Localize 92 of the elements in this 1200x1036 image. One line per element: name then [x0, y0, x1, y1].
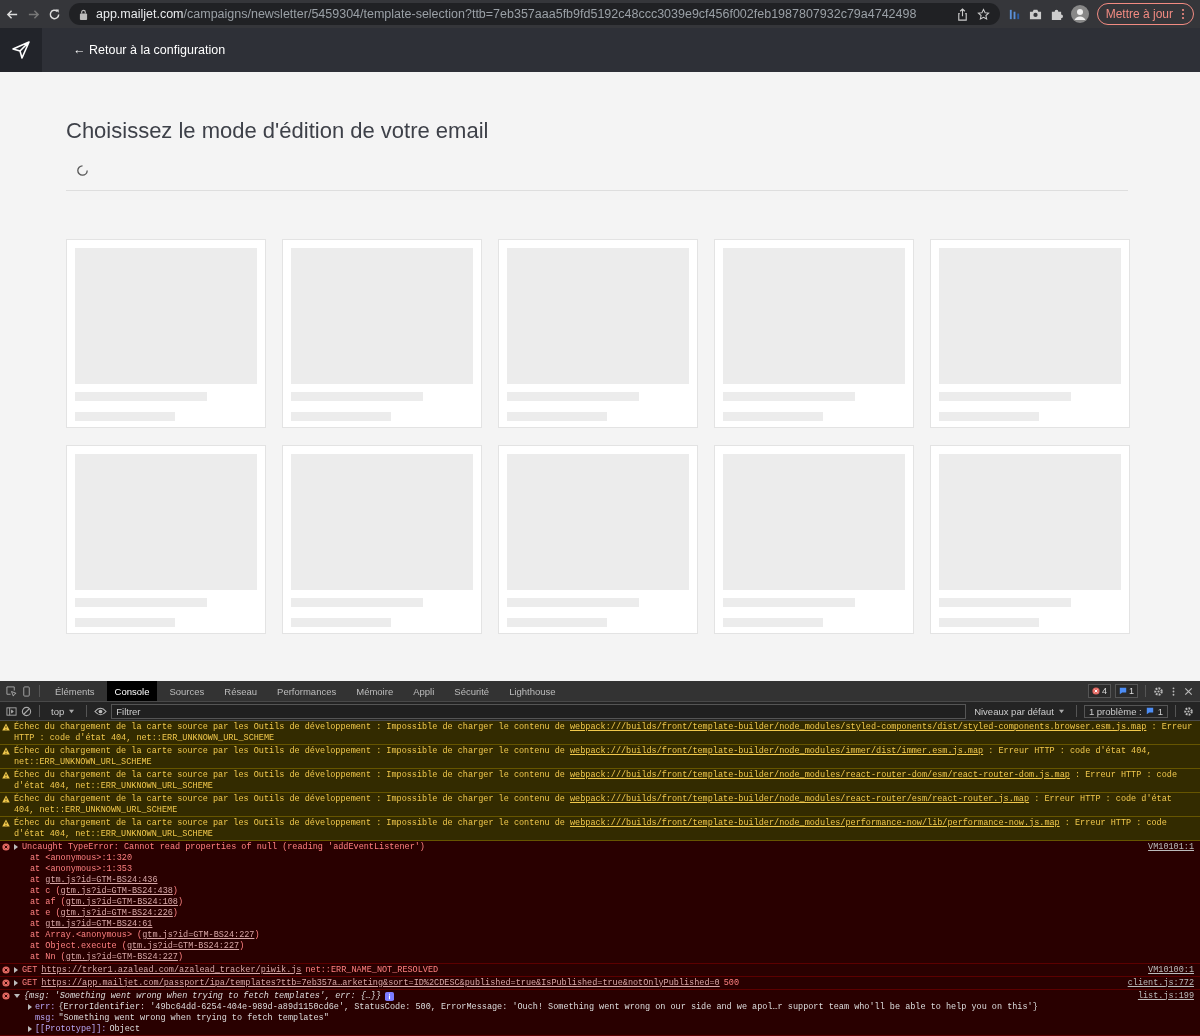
sidebar-icon[interactable]: [6, 705, 17, 717]
back-link[interactable]: ← Retour à la configuration: [73, 43, 226, 57]
request-method: GET: [22, 977, 38, 989]
puzzle-icon[interactable]: [1049, 7, 1063, 21]
lock-icon: [79, 8, 88, 20]
expand-arrow-icon[interactable]: [14, 967, 18, 973]
source-link[interactable]: webpack:///builds/front/template-builder/node_modules/immer/dist/immer.esm.js.map: [570, 745, 984, 756]
caret-icon: [68, 708, 76, 714]
star-icon[interactable]: [976, 7, 990, 21]
more-icon[interactable]: [1181, 8, 1185, 20]
message-icon: [1119, 687, 1127, 695]
request-status: net::ERR_NAME_NOT_RESOLVED: [305, 964, 439, 976]
devtools-tab[interactable]: Sources: [161, 681, 213, 701]
paper-plane-icon: [11, 40, 31, 60]
source-link[interactable]: client.js:772: [1127, 977, 1194, 989]
logo-tile[interactable]: [0, 28, 42, 72]
address-bar[interactable]: app.mailjet.com/campaigns/newsletter/5459304/template-selection?ttb=7eb357aaa5fb9fd5192c48ccc3039e9cf456f002feb1987807932c79a4742498: [69, 3, 1000, 25]
devtools-tab[interactable]: Réseau: [216, 681, 266, 701]
devtools-tab[interactable]: Lighthouse: [501, 681, 564, 701]
source-link[interactable]: webpack:///builds/front/template-builder/node_modules/styled-components/dist/styled-components.browser.esm.js.map: [570, 721, 1147, 732]
stack-link[interactable]: gtm.js?id=GTM-BS24:227: [65, 951, 178, 962]
stack-trace-line: at Nn (gtm.js?id=GTM-BS24:227): [30, 951, 185, 963]
caret-icon: [1057, 708, 1065, 714]
stack-link[interactable]: gtm.js?id=GTM-BS24:61: [45, 918, 153, 929]
stack-trace-line: at af (gtm.js?id=GTM-BS24:108): [30, 896, 185, 908]
request-method: GET: [22, 964, 38, 976]
reload-icon[interactable]: [48, 7, 61, 21]
source-link[interactable]: VM10101:1: [1148, 841, 1194, 853]
stack-link[interactable]: gtm.js?id=GTM-BS24:226: [60, 907, 173, 918]
settings-icon[interactable]: [1183, 705, 1194, 717]
expand-arrow-icon[interactable]: [14, 980, 18, 986]
stack-trace-line: at Array.<anonymous> (gtm.js?id=GTM-BS24:227): [30, 929, 261, 941]
devtools-tab[interactable]: Éléments: [47, 681, 103, 701]
expand-arrow-icon[interactable]: [28, 1026, 32, 1032]
message-count-badge[interactable]: 1: [1115, 684, 1138, 698]
expand-arrow-icon[interactable]: [28, 1004, 32, 1010]
info-icon[interactable]: [385, 991, 395, 1001]
inspect-icon[interactable]: [6, 685, 17, 697]
update-button[interactable]: Mettre à jour: [1096, 3, 1194, 25]
expand-arrow-icon[interactable]: [14, 994, 20, 998]
expand-arrow-icon[interactable]: [14, 844, 18, 850]
property-key: [[Prototype]]:: [35, 1023, 107, 1035]
stack-trace-line: at <anonymous>:1:320: [30, 852, 134, 864]
source-link[interactable]: webpack:///builds/front/template-builder/node_modules/react-router-dom/esm/react-router-dom.js.map: [570, 769, 1070, 780]
source-link[interactable]: list.js:199: [1137, 990, 1194, 1002]
devtools-tab[interactable]: Appli: [405, 681, 443, 701]
settings-icon[interactable]: [1153, 685, 1164, 697]
request-status: 500: [723, 977, 740, 989]
stack-link[interactable]: gtm.js?id=GTM-BS24:436: [45, 874, 158, 885]
request-url-link[interactable]: https://app.mailjet.com/passport/ipa/templates?ttb=7eb357a…arketing&sort=ID%2CDESC&published=true&IsPublished=true&notOnlyPublished=0: [41, 977, 720, 989]
stack-trace-line: at <anonymous>:1:353: [30, 863, 134, 875]
issues-button[interactable]: 1 problème : 1: [1083, 704, 1168, 718]
stack-trace-line: at gtm.js?id=GTM-BS24:61: [30, 918, 154, 930]
property-value: {ErrorIdentifier: '49bc64dd-6254-404e-989d-a89d1150cd6e', StatusCode: 500, ErrorMessage: 'Ouch! Something went wrong on our side and we apol…r support team who'll be able to help you on this'}: [58, 1001, 1038, 1013]
property-value: "Something went wrong when trying to fetch templates": [58, 1012, 329, 1024]
error-icon: [1091, 687, 1100, 695]
levels-dropdown[interactable]: Niveaux par défaut: [970, 705, 1069, 717]
request-url-link[interactable]: https://trker1.azalead.com/azalead_tracker/piwik.js: [41, 964, 302, 976]
context-dropdown[interactable]: top: [47, 705, 80, 717]
stack-trace-line: at e (gtm.js?id=GTM-BS24:226): [30, 907, 179, 919]
property-key: msg:: [35, 1012, 56, 1024]
stack-link[interactable]: gtm.js?id=GTM-BS24:227: [126, 940, 240, 951]
error-message: Uncaught TypeError: Cannot read properties of null (reading 'addEventListener'): [22, 841, 425, 853]
stack-trace-line: at gtm.js?id=GTM-BS24:436: [30, 874, 159, 886]
page-title: Choisissez le mode d'édition de votre email: [66, 118, 490, 144]
devtools-tab[interactable]: Sécurité: [446, 681, 498, 701]
error-count-badge[interactable]: 4: [1087, 684, 1111, 698]
message-icon: [1145, 707, 1154, 715]
property-value: Object: [109, 1023, 141, 1035]
object-summary: {msg: 'Something went wrong when trying to fetch templates', err: {…}}: [24, 990, 382, 1002]
filter-field[interactable]: Filtrer: [111, 703, 967, 719]
stack-trace-line: at c (gtm.js?id=GTM-BS24:438): [30, 885, 179, 897]
stack-link[interactable]: gtm.js?id=GTM-BS24:438: [60, 885, 173, 896]
avatar-icon[interactable]: [1070, 5, 1089, 23]
devtools-tab[interactable]: Mémoire: [348, 681, 402, 701]
source-link[interactable]: webpack:///builds/front/template-builder/node_modules/performance-now/lib/performance-now.js.map: [570, 817, 1060, 828]
close-icon[interactable]: [1183, 685, 1194, 697]
devtools-tab[interactable]: Console: [106, 681, 158, 701]
share-icon[interactable]: [955, 7, 969, 21]
clear-icon[interactable]: [21, 705, 32, 717]
bars-icon[interactable]: [1007, 7, 1021, 21]
stack-trace-line: at Object.execute (gtm.js?id=GTM-BS24:227): [30, 940, 246, 952]
source-link[interactable]: VM10100:1: [1148, 964, 1194, 976]
camera-icon[interactable]: [1028, 7, 1042, 21]
device-icon[interactable]: [21, 685, 32, 697]
eye-icon[interactable]: [94, 705, 108, 717]
devtools-tab[interactable]: Performances: [269, 681, 345, 701]
source-link[interactable]: webpack:///builds/front/template-builder/node_modules/react-router/esm/react-router.js.map: [570, 793, 1030, 804]
warning-message: Échec du chargement de la carte source par les Outils de développement : Impossible de charger le contenu de webpack:///builds/front/template-builder/node_modules/performance-now/lib/performance-now.js.map : Erreur HTTP : code d'état 404, net::ERR_UNKNOWN_URL_SCHEME: [14, 817, 1168, 840]
stack-link[interactable]: gtm.js?id=GTM-BS24:227: [142, 929, 255, 940]
stack-link[interactable]: gtm.js?id=GTM-BS24:108: [65, 896, 178, 907]
property-key: err:: [35, 1001, 56, 1013]
